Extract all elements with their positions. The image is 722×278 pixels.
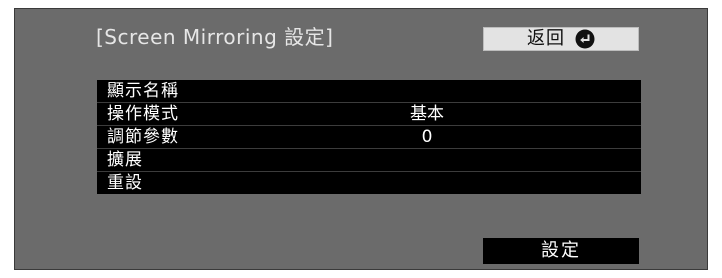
menu-item-reset[interactable]: 重設 bbox=[97, 172, 641, 194]
menu-item-extended[interactable]: 擴展 bbox=[97, 149, 641, 172]
menu-item-display-name[interactable]: 顯示名稱 bbox=[97, 80, 641, 103]
menu-item-label: 調節參數 bbox=[107, 127, 179, 147]
menu-item-label: 操作模式 bbox=[107, 104, 179, 124]
menu-item-label: 擴展 bbox=[107, 150, 143, 170]
projector-menu-panel: [Screen Mirroring 設定] 返回 顯示名稱 操作模式 基本 調節… bbox=[14, 8, 708, 270]
menu-item-label: 顯示名稱 bbox=[107, 81, 179, 101]
settings-menu-list: 顯示名稱 操作模式 基本 調節參數 0 擴展 重設 bbox=[97, 80, 641, 194]
menu-item-adjust-parameters[interactable]: 調節參數 0 bbox=[97, 126, 641, 149]
menu-item-value: 0 bbox=[421, 127, 433, 147]
set-button-label: 設定 bbox=[541, 240, 581, 261]
back-button-label: 返回 bbox=[527, 28, 565, 49]
enter-return-icon bbox=[575, 29, 595, 49]
menu-item-label: 重設 bbox=[107, 173, 143, 193]
menu-item-value: 基本 bbox=[410, 104, 444, 124]
dialog-title: [Screen Mirroring 設定] bbox=[96, 25, 334, 49]
back-button[interactable]: 返回 bbox=[483, 27, 639, 51]
set-button[interactable]: 設定 bbox=[483, 238, 639, 264]
menu-item-operation-mode[interactable]: 操作模式 基本 bbox=[97, 103, 641, 126]
